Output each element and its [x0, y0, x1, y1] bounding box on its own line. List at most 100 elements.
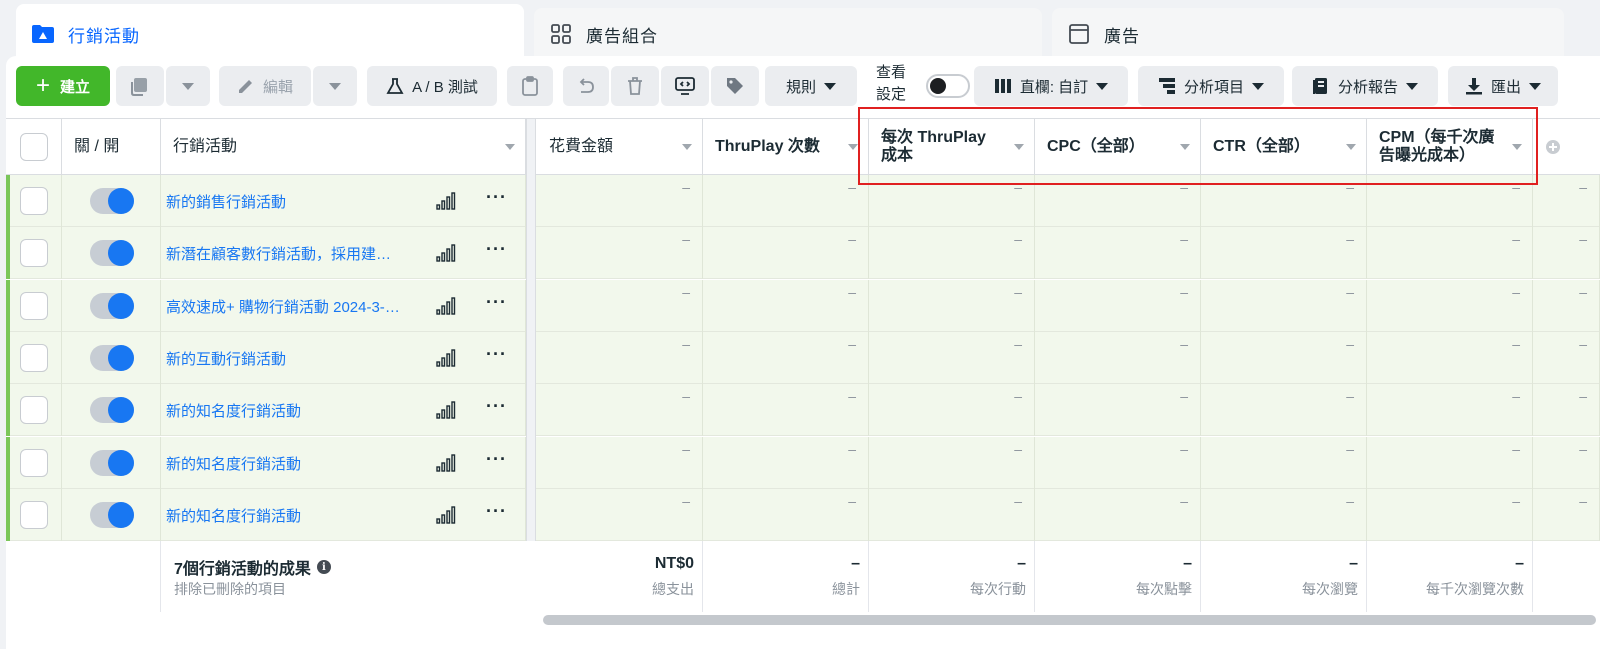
create-button[interactable]: + 建立	[16, 66, 110, 106]
campaign-toggle[interactable]	[90, 449, 134, 476]
chart-bars-icon[interactable]	[436, 401, 456, 419]
column-header-toggle[interactable]: 關 / 開	[62, 119, 161, 175]
metric-value: –	[1180, 283, 1188, 300]
create-label: 建立	[60, 78, 91, 96]
tab-label: 行銷活動	[68, 26, 140, 46]
sort-icon	[682, 144, 692, 150]
summary-cost-per-thruplay: – 每次行動	[869, 541, 1035, 612]
campaign-toggle[interactable]	[90, 397, 134, 424]
ab-test-button[interactable]: A / B 測試	[367, 66, 497, 106]
campaign-name-link[interactable]: 新的知名度行銷活動	[166, 400, 406, 421]
grid-icon	[548, 22, 574, 46]
tag-button[interactable]	[711, 66, 759, 106]
more-options-icon[interactable]: ···	[486, 187, 507, 208]
chart-bars-icon[interactable]	[436, 453, 456, 472]
edit-button[interactable]: 編輯	[219, 66, 311, 106]
table-row[interactable]: 新的互動行銷活動 ··· – – – – – – –	[6, 331, 1600, 384]
more-options-icon[interactable]: ···	[486, 501, 507, 522]
horizontal-scrollbar[interactable]	[543, 615, 1596, 625]
chart-bars-icon[interactable]	[436, 244, 456, 262]
reports-dropdown[interactable]: 分析報告	[1292, 66, 1438, 106]
table-row[interactable]: 新潛在顧客數行銷活動，採用建… ··· – – – – – – –	[6, 227, 1600, 280]
table-row[interactable]: 高效速成+ 購物行銷活動 2024-3-9… ··· – – – – – – –	[6, 279, 1600, 332]
more-options-icon[interactable]: ···	[486, 292, 507, 313]
add-column-icon[interactable]	[1545, 139, 1561, 155]
summary-cpc-label: 每次點擊	[1136, 581, 1192, 597]
tag-icon	[727, 78, 743, 94]
undo-button[interactable]	[563, 66, 609, 106]
campaign-name-link[interactable]: 新的銷售行銷活動	[166, 191, 406, 212]
campaign-toggle[interactable]	[90, 240, 134, 267]
metric-cell-thruplay: –	[703, 175, 869, 227]
row-checkbox[interactable]	[20, 343, 48, 372]
campaign-toggle[interactable]	[90, 188, 134, 214]
report-icon	[1312, 78, 1327, 94]
row-checkbox[interactable]	[20, 448, 48, 477]
metric-value: –	[848, 440, 856, 457]
row-checkbox[interactable]	[20, 396, 48, 425]
more-options-icon[interactable]: ···	[486, 396, 507, 417]
campaign-name-link[interactable]: 新的互動行銷活動	[166, 348, 406, 369]
summary-spacer	[6, 541, 161, 612]
campaign-name-link[interactable]: 高效速成+ 購物行銷活動 2024-3-9…	[166, 296, 406, 317]
export-label: 匯出	[1490, 78, 1521, 96]
select-all-checkbox[interactable]	[19, 133, 48, 161]
breakdown-icon	[1158, 78, 1175, 94]
summary-ctr-value: –	[1349, 555, 1358, 572]
tab-campaigns[interactable]: 行銷活動	[16, 4, 524, 64]
chart-bars-icon[interactable]	[436, 506, 456, 524]
rules-dropdown[interactable]: 規則	[765, 66, 857, 106]
metric-cell-spend: –	[537, 436, 703, 489]
column-header-campaign[interactable]: 行銷活動	[161, 119, 526, 175]
breakdown-dropdown[interactable]: 分析項目	[1138, 66, 1284, 106]
view-settings-toggle[interactable]	[926, 74, 970, 98]
column-header-thruplay[interactable]: ThruPlay 次數	[703, 119, 869, 175]
campaign-toggle[interactable]	[90, 344, 134, 371]
chart-bars-icon[interactable]	[436, 296, 456, 315]
row-select-cell	[6, 436, 62, 489]
chevron-down-icon	[1096, 82, 1109, 90]
edit-dropdown[interactable]	[313, 66, 357, 106]
metric-value: –	[1579, 388, 1587, 405]
chart-bars-icon[interactable]	[436, 349, 456, 367]
metric-value: –	[1014, 440, 1022, 457]
column-header-spend[interactable]: 花費金額	[537, 119, 703, 175]
tab-ads[interactable]: 廣告	[1052, 8, 1564, 60]
campaign-name-link[interactable]: 新的知名度行銷活動	[166, 453, 406, 474]
row-checkbox[interactable]	[20, 291, 48, 320]
columns-dropdown[interactable]: 直欄: 自訂	[974, 66, 1128, 106]
clipboard-button[interactable]	[507, 66, 553, 106]
breakdown-label: 分析項目	[1183, 78, 1244, 96]
ads-manager: 行銷活動 廣告組合 廣告 + 建立 編輯 A / B 測試 規則 查看 設定 直…	[0, 0, 1600, 649]
chart-bars-icon[interactable]	[436, 192, 456, 210]
more-options-icon[interactable]: ···	[486, 449, 507, 470]
chevron-down-icon	[824, 82, 836, 90]
campaign-name-link[interactable]: 新的知名度行銷活動	[166, 505, 406, 526]
duplicate-dropdown[interactable]	[166, 66, 210, 106]
table-row[interactable]: 新的知名度行銷活動 ··· – – – – – – –	[6, 436, 1600, 489]
frozen-column-divider[interactable]	[526, 119, 536, 612]
summary-thruplay: – 總計	[703, 541, 869, 612]
tab-ad-sets[interactable]: 廣告組合	[534, 8, 1042, 60]
metric-value: –	[848, 283, 856, 300]
view-settings-line1: 查看	[876, 64, 907, 81]
metric-cell-spend: –	[537, 331, 703, 384]
table-row[interactable]: 新的知名度行銷活動 ··· – – – – – – –	[6, 384, 1600, 437]
row-checkbox[interactable]	[20, 500, 48, 529]
table-row[interactable]: 新的知名度行銷活動 ··· – – – – – – –	[6, 488, 1600, 541]
campaign-toggle[interactable]	[90, 292, 134, 319]
row-checkbox[interactable]	[20, 239, 48, 268]
more-options-icon[interactable]: ···	[486, 239, 507, 260]
duplicate-button[interactable]	[116, 66, 164, 106]
export-dropdown[interactable]: 匯出	[1448, 66, 1558, 106]
campaign-toggle[interactable]	[90, 501, 134, 528]
metric-cell-cpm: –	[1367, 488, 1533, 541]
summary-ctr-label: 每次瀏覽	[1302, 581, 1358, 597]
delete-button[interactable]	[611, 66, 659, 106]
info-icon[interactable]: i	[316, 560, 331, 574]
metric-value: –	[682, 231, 690, 248]
compare-button[interactable]	[661, 66, 709, 106]
row-checkbox[interactable]	[20, 187, 48, 215]
more-options-icon[interactable]: ···	[486, 344, 507, 365]
campaign-name-link[interactable]: 新潛在顧客數行銷活動，採用建…	[166, 243, 406, 264]
